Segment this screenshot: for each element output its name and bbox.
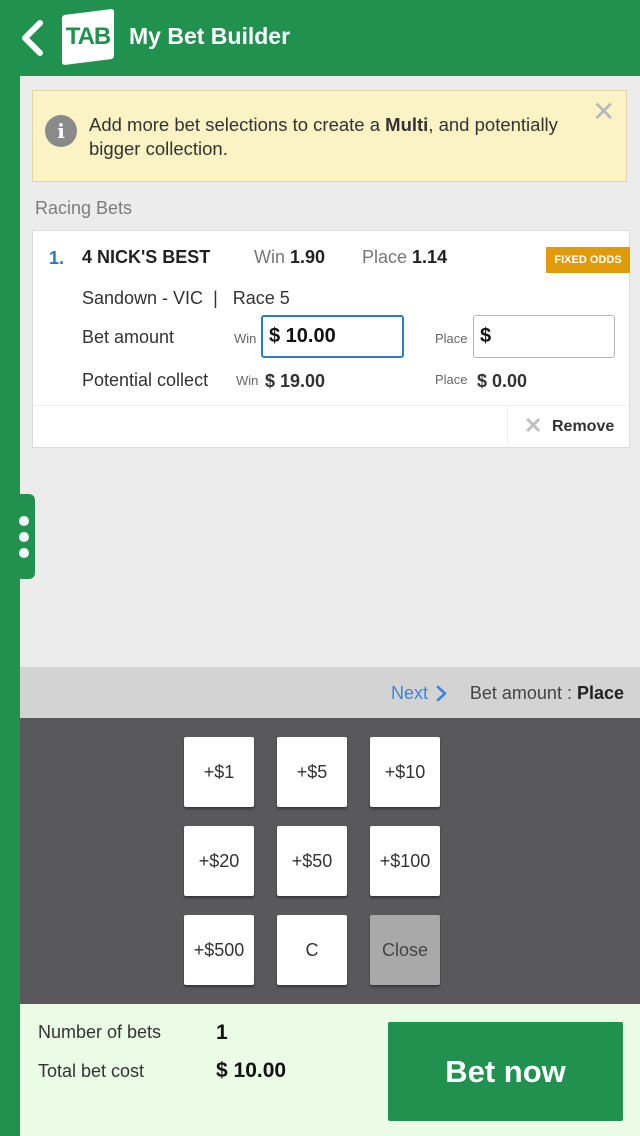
total-cost-value: $ 10.00: [216, 1059, 287, 1082]
info-icon: i: [45, 115, 77, 147]
notice-text: Add more bet selections to create a Mult…: [89, 114, 558, 159]
key-plus-500[interactable]: +$500: [184, 915, 254, 985]
next-button[interactable]: Next: [391, 683, 428, 704]
chevron-right-icon: [436, 685, 447, 702]
win-small-label: Win: [234, 331, 257, 346]
tab-logo: TAB: [62, 8, 114, 66]
key-plus-20[interactable]: +$20: [184, 826, 254, 896]
total-cost-label: Total bet cost: [38, 1061, 145, 1081]
place-collect-value: $ 0.00: [477, 371, 528, 391]
drawer-handle[interactable]: [0, 494, 35, 579]
bet-amount-label: Bet amount: [82, 327, 175, 347]
amount-keypad: +$1 +$5 +$10 +$20 +$50 +$100 +$500 C Clo…: [20, 718, 640, 1004]
number-of-bets-label: Number of bets: [38, 1022, 162, 1042]
side-rail: [0, 76, 20, 1136]
potential-collect-label: Potential collect: [82, 370, 209, 390]
bet-summary-footer: Number of bets 1 Total bet cost $ 10.00 …: [20, 1004, 640, 1136]
place-collect-small-label: Place: [435, 372, 468, 387]
key-close[interactable]: Close: [370, 915, 440, 985]
bet-amount-target: Bet amount : Place: [469, 683, 624, 703]
runner-name: 4 NICK'S BEST: [82, 247, 211, 267]
place-small-label: Place: [435, 331, 468, 346]
close-icon[interactable]: ✕: [592, 98, 615, 126]
back-button[interactable]: [18, 18, 48, 58]
meeting-info: Sandown - VIC | Race 5: [82, 288, 290, 308]
remove-button[interactable]: ✕ Remove: [507, 406, 629, 448]
fixed-odds-badge: FIXED ODDS: [546, 247, 630, 273]
app-header: TAB My Bet Builder: [0, 0, 640, 76]
more-dots-icon: [19, 516, 29, 526]
win-collect-small-label: Win: [236, 373, 259, 388]
more-dots-icon: [19, 532, 29, 542]
more-dots-icon: [19, 548, 29, 558]
keypad-toolbar: Next Bet amount : Place: [20, 667, 640, 718]
section-title: Racing Bets: [35, 198, 133, 218]
place-odds: Place 1.14: [362, 247, 448, 267]
key-plus-100[interactable]: +$100: [370, 826, 440, 896]
page-title: My Bet Builder: [129, 23, 291, 49]
bet-card: 1. 4 NICK'S BEST Win 1.90 Place 1.14 FIX…: [32, 230, 630, 448]
number-of-bets-value: 1: [216, 1021, 228, 1044]
bet-number: 1.: [49, 248, 65, 268]
win-collect-value: $ 19.00: [265, 371, 326, 391]
win-odds: Win 1.90: [254, 247, 326, 267]
place-amount-input[interactable]: $: [473, 315, 615, 358]
remove-icon: ✕: [524, 413, 543, 438]
key-clear[interactable]: C: [277, 915, 347, 985]
chevron-left-icon: [22, 20, 43, 56]
remove-label: Remove: [552, 418, 615, 435]
win-amount-input[interactable]: $ 10.00: [261, 315, 404, 358]
key-plus-50[interactable]: +$50: [277, 826, 347, 896]
multi-notice: i Add more bet selections to create a Mu…: [32, 90, 627, 182]
key-plus-1[interactable]: +$1: [184, 737, 254, 807]
key-plus-5[interactable]: +$5: [277, 737, 347, 807]
key-plus-10[interactable]: +$10: [370, 737, 440, 807]
bet-now-button[interactable]: Bet now: [388, 1022, 623, 1121]
